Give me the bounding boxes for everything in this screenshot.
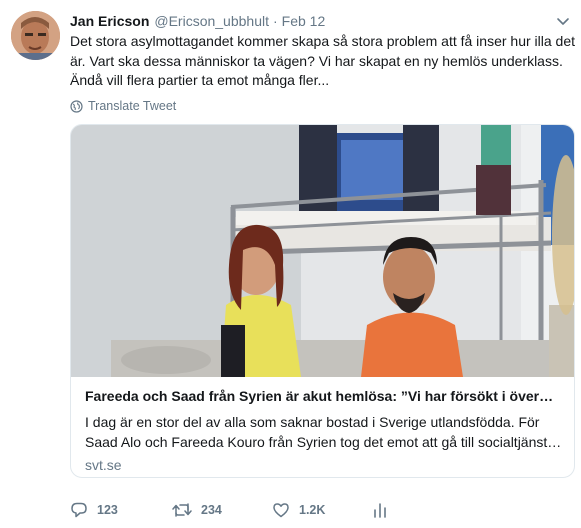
reply-button[interactable]: 123 [70,501,152,519]
separator-dot: · [273,13,278,29]
retweet-count: 234 [201,503,222,517]
card-body: Fareeda och Saad från Syrien är akut hem… [71,377,574,473]
card-image [71,125,574,377]
reply-count: 123 [97,503,118,517]
author-handle[interactable]: @Ericson_ubbhult [154,13,269,29]
reply-icon [71,502,87,518]
card-description: I dag är en stor del av alla som saknar … [85,414,562,450]
tweet-header: Jan Ericson @Ericson_ubbhult · Feb 12 [70,11,571,31]
analytics-icon [374,503,386,518]
avatar-photo [11,11,60,60]
card-title: Fareeda och Saad från Syrien är akut hem… [85,388,554,404]
heart-icon [273,503,289,518]
analytics-button[interactable] [372,501,397,519]
author-name[interactable]: Jan Ericson [70,13,149,29]
chevron-down-icon[interactable] [555,13,571,29]
tweet-text: Det stora asylmottagandet kommer skapa s… [70,33,576,88]
retweet-button[interactable]: 234 [172,501,252,519]
link-preview-card[interactable]: Fareeda och Saad från Syrien är akut hem… [70,124,575,478]
tweet-timestamp[interactable]: Feb 12 [282,13,326,29]
like-count: 1.2K [299,503,326,517]
globe-icon [70,99,83,113]
translate-label: Translate Tweet [88,99,177,113]
retweet-icon [172,503,192,517]
tweet-actions: 123 234 1.2K [70,500,417,520]
avatar[interactable] [11,11,60,60]
card-domain: svt.se [85,457,122,473]
translate-tweet-link[interactable]: Translate Tweet [70,98,176,114]
like-button[interactable]: 1.2K [272,501,352,519]
